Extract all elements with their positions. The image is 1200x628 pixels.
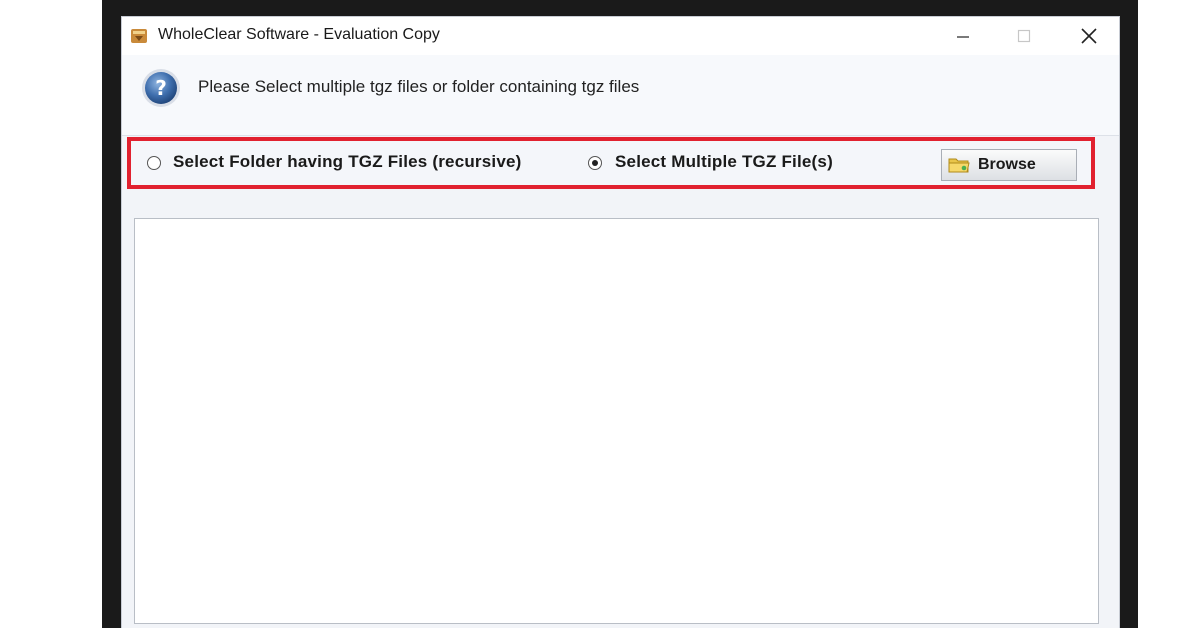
instruction-header: ? Please Select multiple tgz files or fo… <box>122 55 1119 136</box>
svg-text:?: ? <box>155 76 167 100</box>
maximize-icon <box>1017 29 1031 43</box>
browse-button[interactable]: Browse <box>941 149 1077 181</box>
help-icon: ? <box>142 69 180 107</box>
folder-icon <box>948 158 970 173</box>
app-window: WholeClear Software - Evaluation Copy ? … <box>121 16 1120 628</box>
selection-options-panel: Select Folder having TGZ Files (recursiv… <box>127 137 1095 189</box>
files-radio-label[interactable]: Select Multiple TGZ File(s) <box>615 152 833 172</box>
minimize-button[interactable] <box>930 17 996 55</box>
file-list-area[interactable] <box>134 218 1099 624</box>
app-logo-icon <box>131 29 147 43</box>
browse-button-label: Browse <box>978 156 1036 173</box>
title-bar: WholeClear Software - Evaluation Copy <box>122 17 1119 55</box>
maximize-button[interactable] <box>991 17 1057 55</box>
close-icon <box>1081 28 1097 44</box>
folder-radio-label[interactable]: Select Folder having TGZ Files (recursiv… <box>173 152 522 172</box>
close-button[interactable] <box>1056 17 1122 55</box>
instruction-text: Please Select multiple tgz files or fold… <box>198 77 640 96</box>
folder-radio[interactable] <box>147 156 161 170</box>
files-radio[interactable] <box>588 156 602 170</box>
window-title: WholeClear Software - Evaluation Copy <box>158 26 440 43</box>
minimize-icon <box>957 36 969 38</box>
